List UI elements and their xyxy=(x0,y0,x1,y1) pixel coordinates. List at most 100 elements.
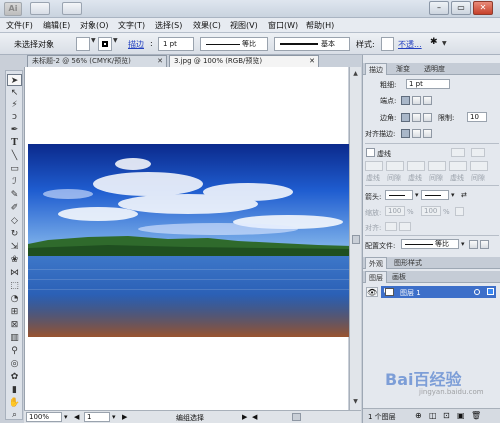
end-scale-field[interactable]: 100 xyxy=(421,206,441,216)
recolor-icon[interactable]: ✱ xyxy=(430,37,438,47)
blob-brush-tool-icon[interactable]: ✐ xyxy=(7,202,22,214)
artboard-number-field[interactable]: 1 xyxy=(84,412,110,422)
magic-wand-tool-icon[interactable]: ⚡ xyxy=(7,99,22,111)
gradient-tool-icon[interactable]: ▥ xyxy=(7,332,22,344)
brush-definition[interactable]: 基本 xyxy=(274,37,350,51)
blend-tool-icon[interactable]: ◎ xyxy=(7,358,22,370)
eyedropper-tool-icon[interactable]: ⚲ xyxy=(7,345,22,357)
dash-align-button[interactable] xyxy=(471,148,485,157)
tab-artboards[interactable]: 画板 xyxy=(389,271,409,283)
menu-select[interactable]: 选择(S) xyxy=(155,20,182,31)
end-arrow-dropdown-icon[interactable]: ▾ xyxy=(451,191,455,199)
arrow-tip-place-button[interactable] xyxy=(399,222,411,231)
perspective-grid-tool-icon[interactable]: ⊞ xyxy=(7,306,22,318)
close-tab-icon[interactable]: ✕ xyxy=(157,56,163,67)
make-clipping-mask-icon[interactable]: ◫ xyxy=(429,411,437,420)
graphic-style-swatch[interactable] xyxy=(381,37,394,51)
mesh-tool-icon[interactable]: ⊠ xyxy=(7,319,22,331)
selection-tool-icon[interactable]: ➤ xyxy=(7,74,22,86)
fill-dropdown-icon[interactable]: ▼ xyxy=(91,37,96,44)
round-join-button[interactable] xyxy=(412,113,421,122)
column-graph-tool-icon[interactable]: ▮ xyxy=(7,384,22,396)
dash-field-1[interactable] xyxy=(365,161,383,171)
weight-field[interactable]: 1 pt xyxy=(406,79,450,89)
zoom-dropdown-icon[interactable]: ▾ xyxy=(64,413,68,421)
zoom-field[interactable]: 100% xyxy=(26,412,62,422)
align-center-button[interactable] xyxy=(401,129,410,138)
stroke-weight-field[interactable]: 1 pt xyxy=(158,37,194,51)
artboard-canvas[interactable] xyxy=(24,67,352,410)
minimize-button[interactable]: – xyxy=(429,1,449,15)
close-button[interactable]: ✕ xyxy=(473,1,493,15)
selection-indicator[interactable] xyxy=(487,288,494,295)
menu-object[interactable]: 对象(O) xyxy=(80,20,109,31)
target-circle-icon[interactable] xyxy=(474,289,480,295)
butt-cap-button[interactable] xyxy=(401,96,410,105)
round-cap-button[interactable] xyxy=(412,96,421,105)
new-sublayer-icon[interactable]: ⊡ xyxy=(443,411,450,420)
tab-untitled-2[interactable]: 未标题-2 @ 56% (CMYK/预览) ✕ xyxy=(27,55,167,67)
dash-field-2[interactable] xyxy=(407,161,425,171)
align-inside-button[interactable] xyxy=(412,129,421,138)
align-outside-button[interactable] xyxy=(423,129,432,138)
pencil-tool-icon[interactable]: ✎ xyxy=(7,189,22,201)
lake-photo[interactable] xyxy=(28,144,352,337)
delete-layer-icon[interactable]: 🗑 xyxy=(471,411,481,420)
hscroll-left-icon[interactable]: ◀ xyxy=(252,413,257,421)
paintbrush-tool-icon[interactable]: ℐ xyxy=(7,176,22,188)
vertical-scrollbar[interactable]: ▲ ▼ xyxy=(349,67,361,410)
tab-appearance[interactable]: 外观 xyxy=(365,257,387,269)
variable-width-profile[interactable]: 等比 xyxy=(200,37,268,51)
miter-join-button[interactable] xyxy=(401,113,410,122)
menu-window[interactable]: 窗口(W) xyxy=(268,20,298,31)
profile-dropdown-icon[interactable]: ▾ xyxy=(461,240,465,248)
link-scale-icon[interactable] xyxy=(455,207,464,216)
tab-3-jpg[interactable]: 3.jpg @ 100% (RGB/预览) ✕ xyxy=(169,55,319,67)
menu-effect[interactable]: 效果(C) xyxy=(193,20,221,31)
menu-view[interactable]: 视图(V) xyxy=(230,20,258,31)
status-menu-icon[interactable]: ▶ xyxy=(242,413,247,421)
hscroll-thumb[interactable] xyxy=(292,413,301,421)
eraser-tool-icon[interactable]: ◇ xyxy=(7,215,22,227)
visibility-eye-icon[interactable]: 👁 xyxy=(366,287,378,297)
zoom-tool-icon[interactable]: ⌕ xyxy=(7,409,22,421)
free-transform-tool-icon[interactable]: ⬚ xyxy=(7,280,22,292)
scroll-up-icon[interactable]: ▲ xyxy=(351,69,360,78)
artboard-prev-icon[interactable]: ◀ xyxy=(74,413,79,421)
menu-help[interactable]: 帮助(H) xyxy=(306,20,334,31)
restore-button[interactable]: ▭ xyxy=(451,1,471,15)
menu-edit[interactable]: 编辑(E) xyxy=(43,20,70,31)
close-tab-icon[interactable]: ✕ xyxy=(309,56,315,67)
scroll-down-icon[interactable]: ▼ xyxy=(351,397,360,406)
projecting-cap-button[interactable] xyxy=(423,96,432,105)
gap-field-3[interactable] xyxy=(470,161,488,171)
layer-name[interactable]: 图层 1 xyxy=(400,288,421,298)
profile-select[interactable]: 等比 xyxy=(401,239,459,249)
menu-type[interactable]: 文字(T) xyxy=(118,20,145,31)
limit-field[interactable]: 10 xyxy=(467,112,487,122)
stroke-swatch[interactable] xyxy=(98,37,112,51)
direct-selection-tool-icon[interactable]: ↖ xyxy=(7,87,22,99)
bevel-join-button[interactable] xyxy=(423,113,432,122)
tab-stroke[interactable]: 描边 xyxy=(365,63,387,75)
fill-swatch[interactable] xyxy=(76,37,90,51)
symbol-sprayer-tool-icon[interactable]: ✿ xyxy=(7,371,22,383)
end-arrow-select[interactable] xyxy=(421,190,449,200)
warp-tool-icon[interactable]: ❀ xyxy=(7,254,22,266)
stroke-dropdown-icon[interactable]: ▼ xyxy=(113,37,118,44)
gap-field-1[interactable] xyxy=(386,161,404,171)
shape-builder-tool-icon[interactable]: ◔ xyxy=(7,293,22,305)
start-arrow-dropdown-icon[interactable]: ▾ xyxy=(415,191,419,199)
artboard-next-icon[interactable]: ▶ xyxy=(122,413,127,421)
opacity-link[interactable]: 不透... xyxy=(398,39,422,50)
tab-graphic-styles[interactable]: 图形样式 xyxy=(391,257,425,269)
stroke-link[interactable]: 描边 xyxy=(128,39,144,50)
width-tool-icon[interactable]: ⋈ xyxy=(7,267,22,279)
start-arrow-select[interactable] xyxy=(385,190,413,200)
bridge-button[interactable] xyxy=(30,2,50,15)
flip-across-button[interactable] xyxy=(480,240,489,249)
recolor-dropdown-icon[interactable]: ▼ xyxy=(442,40,447,47)
pen-tool-icon[interactable]: ✒ xyxy=(7,124,22,136)
lasso-tool-icon[interactable]: ↄ xyxy=(7,111,22,123)
swap-arrows-icon[interactable]: ⇄ xyxy=(461,191,467,199)
